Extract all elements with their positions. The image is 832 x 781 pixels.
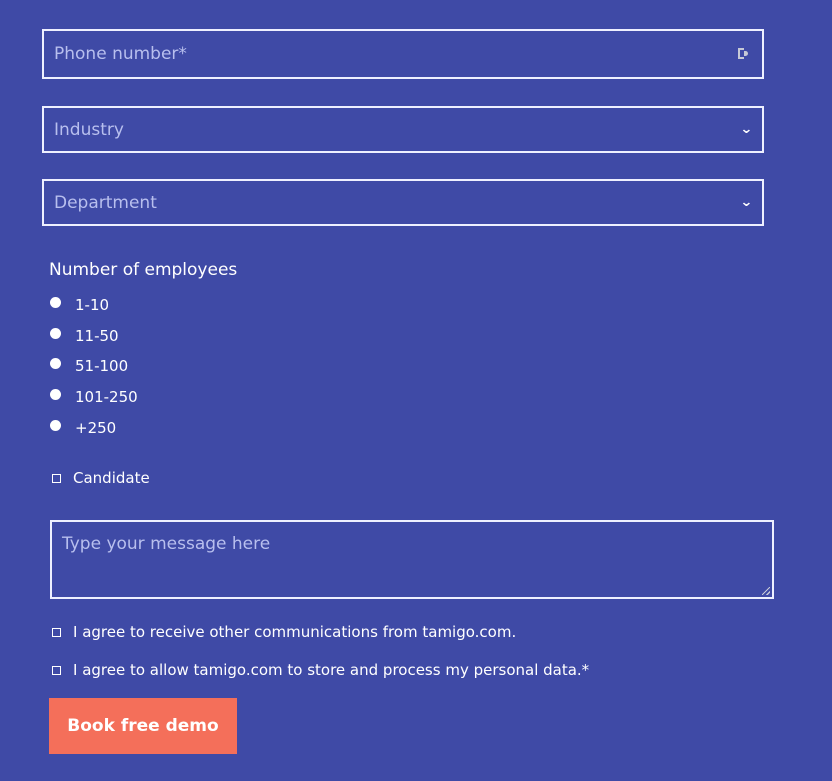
employees-option-11-50[interactable]: 11-50 — [50, 326, 119, 346]
message-placeholder: Type your message here — [62, 534, 271, 554]
department-select[interactable]: Department ⌄ — [42, 179, 764, 226]
resize-grip-icon[interactable] — [762, 587, 770, 595]
employees-option-51-100[interactable]: 51-100 — [50, 356, 128, 376]
book-free-demo-button[interactable]: Book free demo — [49, 698, 237, 754]
data-processing-consent-checkbox[interactable] — [52, 665, 61, 675]
communications-consent-label: I agree to receive other communications … — [73, 623, 517, 641]
communications-consent-row[interactable]: I agree to receive other communications … — [52, 623, 516, 641]
password-manager-key-icon[interactable] — [738, 47, 750, 61]
radio-button[interactable] — [50, 419, 61, 431]
candidate-label: Candidate — [73, 469, 150, 487]
employees-option-label: 101-250 — [75, 388, 138, 406]
phone-number-placeholder: Phone number* — [54, 44, 187, 64]
employees-option-label: 1-10 — [75, 296, 110, 314]
radio-button[interactable] — [50, 327, 61, 339]
industry-placeholder: Industry — [54, 119, 124, 140]
employees-option-label: 11-50 — [75, 327, 119, 345]
employees-label: Number of employees — [49, 260, 238, 280]
candidate-checkbox-row[interactable]: Candidate — [52, 469, 150, 487]
industry-select[interactable]: Industry ⌄ — [42, 106, 764, 153]
data-processing-consent-label: I agree to allow tamigo.com to store and… — [73, 661, 590, 679]
employees-option-1-10[interactable]: 1-10 — [50, 295, 109, 315]
radio-button[interactable] — [50, 357, 61, 369]
chevron-down-icon: ⌄ — [740, 195, 754, 210]
employees-option-label: +250 — [75, 419, 117, 437]
message-textarea[interactable]: Type your message here — [50, 520, 774, 599]
employees-option-250-plus[interactable]: +250 — [50, 418, 116, 438]
radio-button[interactable] — [50, 388, 61, 400]
phone-number-field[interactable]: Phone number* — [42, 29, 764, 79]
demo-request-form: Phone number* Industry ⌄ Department ⌄ Nu… — [0, 0, 832, 781]
data-processing-consent-row[interactable]: I agree to allow tamigo.com to store and… — [52, 661, 589, 679]
communications-consent-checkbox[interactable] — [52, 627, 61, 637]
employees-option-101-250[interactable]: 101-250 — [50, 387, 138, 407]
candidate-checkbox[interactable] — [52, 473, 61, 483]
chevron-down-icon: ⌄ — [740, 122, 754, 137]
department-placeholder: Department — [54, 192, 157, 213]
radio-button[interactable] — [50, 296, 61, 308]
employees-option-label: 51-100 — [75, 357, 129, 375]
